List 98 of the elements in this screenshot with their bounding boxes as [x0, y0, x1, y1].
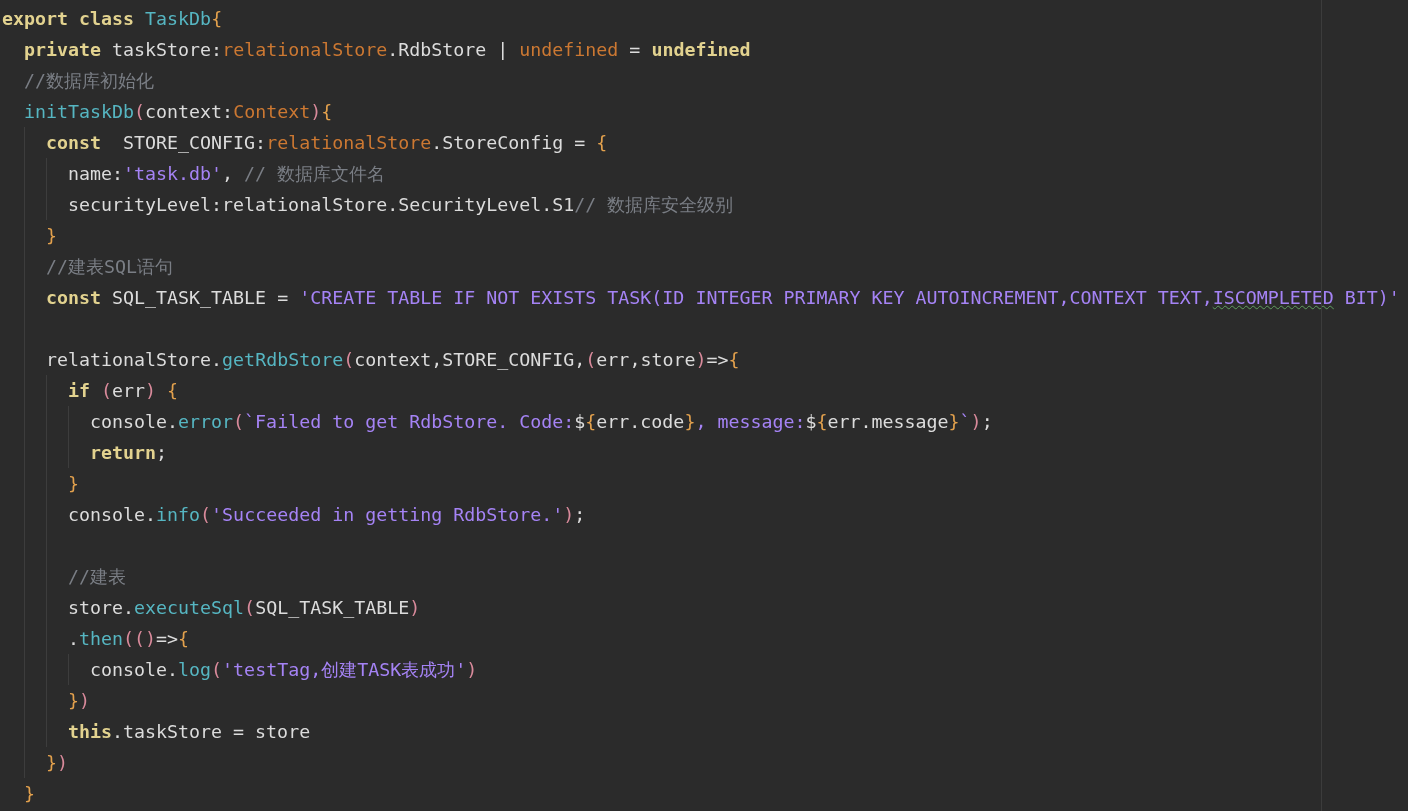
identifier: . — [68, 627, 79, 651]
keyword: if — [68, 379, 91, 403]
identifier: relationalStore. — [46, 348, 223, 372]
identifier: STORE_CONFIG: — [122, 131, 267, 155]
identifier: .RdbStore | — [387, 38, 510, 62]
type-name: Context — [233, 100, 311, 124]
parenthesis: ( — [343, 348, 355, 372]
brace: { — [596, 131, 608, 155]
string-literal: 'task.db' — [123, 162, 223, 186]
parenthesis: ) — [466, 658, 478, 682]
parenthesis: ( — [101, 379, 113, 403]
parenthesis: (() — [123, 627, 157, 651]
brace: } — [684, 410, 696, 434]
string-literal: `Failed to get RdbStore. Code: — [244, 410, 575, 434]
brace: { — [585, 410, 597, 434]
identifier: err.code — [596, 410, 685, 434]
identifier: ; — [574, 503, 586, 527]
identifier: err — [112, 379, 146, 403]
identifier: .StoreConfig = — [431, 131, 587, 155]
string-literal: 'CREATE TABLE IF NOT EXISTS TASK(ID INTEGER PRIMARY KEY AUTOINCREMENT,CONTEXT TEXT, — [299, 286, 1213, 310]
brace: } — [68, 689, 79, 713]
comment: //建表 — [68, 565, 126, 589]
function-name: executeSql — [134, 596, 245, 620]
brace: { — [166, 379, 179, 403]
function-name: initTaskDb — [24, 100, 135, 124]
parenthesis: ( — [134, 100, 146, 124]
identifier: $ — [805, 410, 817, 434]
brace: { — [816, 410, 828, 434]
function-name: error — [178, 410, 234, 434]
identifier: SQL_TASK_TABLE = — [111, 286, 290, 310]
identifier: securityLevel:relationalStore.SecurityLevel.S1 — [68, 193, 575, 217]
brace: { — [728, 348, 740, 372]
string-literal: , message: — [695, 410, 806, 434]
identifier: ; — [156, 441, 168, 465]
comment: // 数据库安全级别 — [574, 193, 734, 217]
identifier: console. — [68, 503, 157, 527]
keyword: this — [68, 720, 113, 744]
identifier: err,store — [596, 348, 696, 372]
identifier: console. — [90, 658, 179, 682]
parenthesis: ( — [233, 410, 245, 434]
keyword: private — [24, 38, 103, 62]
brace: } — [24, 782, 35, 806]
identifier: context: — [145, 100, 234, 124]
type-name: relationalStore — [266, 131, 432, 155]
keyword: class — [79, 7, 136, 31]
brace: { — [211, 7, 223, 31]
brace: { — [321, 100, 333, 124]
identifier: err.message — [827, 410, 949, 434]
identifier: = — [628, 38, 642, 62]
keyword: undefined — [651, 38, 751, 62]
brace: } — [46, 224, 57, 248]
keyword: const — [46, 286, 102, 310]
parenthesis: ( — [200, 503, 212, 527]
function-name: getRdbStore — [222, 348, 344, 372]
identifier: , — [222, 162, 235, 186]
parenthesis: ) — [409, 596, 421, 620]
keyword: return — [90, 441, 157, 465]
comment: //建表SQL语句 — [46, 255, 174, 279]
comment: // 数据库文件名 — [244, 162, 386, 186]
parenthesis: ( — [211, 658, 223, 682]
parenthesis: ) — [970, 410, 982, 434]
identifier: context,STORE_CONFIG, — [354, 348, 586, 372]
identifier: => — [156, 627, 179, 651]
parenthesis: ) — [563, 503, 575, 527]
class-name: TaskDb — [145, 7, 212, 31]
function-name: then — [79, 627, 124, 651]
string-literal: ` — [959, 410, 971, 434]
parenthesis: ) — [145, 379, 157, 403]
comment: //数据库初始化 — [24, 69, 154, 93]
brace: } — [46, 751, 57, 775]
type-name: relationalStore — [222, 38, 388, 62]
parenthesis: ( — [244, 596, 256, 620]
string-literal: 'Succeeded in getting RdbStore.' — [211, 503, 564, 527]
parenthesis: ) — [695, 348, 707, 372]
identifier: $ — [574, 410, 586, 434]
identifier: .taskStore = store — [112, 720, 311, 744]
parenthesis: ) — [310, 100, 322, 124]
identifier: ; — [981, 410, 993, 434]
identifier: => — [706, 348, 729, 372]
brace: } — [948, 410, 960, 434]
function-name: log — [178, 658, 212, 682]
brace: } — [68, 472, 79, 496]
parenthesis: ) — [57, 751, 69, 775]
identifier: name: — [68, 162, 124, 186]
identifier: console. — [90, 410, 179, 434]
identifier: SQL_TASK_TABLE — [255, 596, 410, 620]
function-name: info — [156, 503, 201, 527]
keyword: export — [2, 7, 70, 31]
string-literal: 'testTag,创建TASK表成功' — [222, 658, 467, 682]
keyword: const — [46, 131, 102, 155]
identifier: taskStore: — [112, 38, 223, 62]
brace: { — [178, 627, 190, 651]
type-name: undefined — [519, 38, 619, 62]
misspelled-word: ISCOMPLETED — [1212, 286, 1334, 310]
string-literal: BIT)' — [1343, 286, 1400, 310]
parenthesis: ( — [585, 348, 597, 372]
parenthesis: ) — [79, 689, 91, 713]
identifier: store. — [68, 596, 135, 620]
